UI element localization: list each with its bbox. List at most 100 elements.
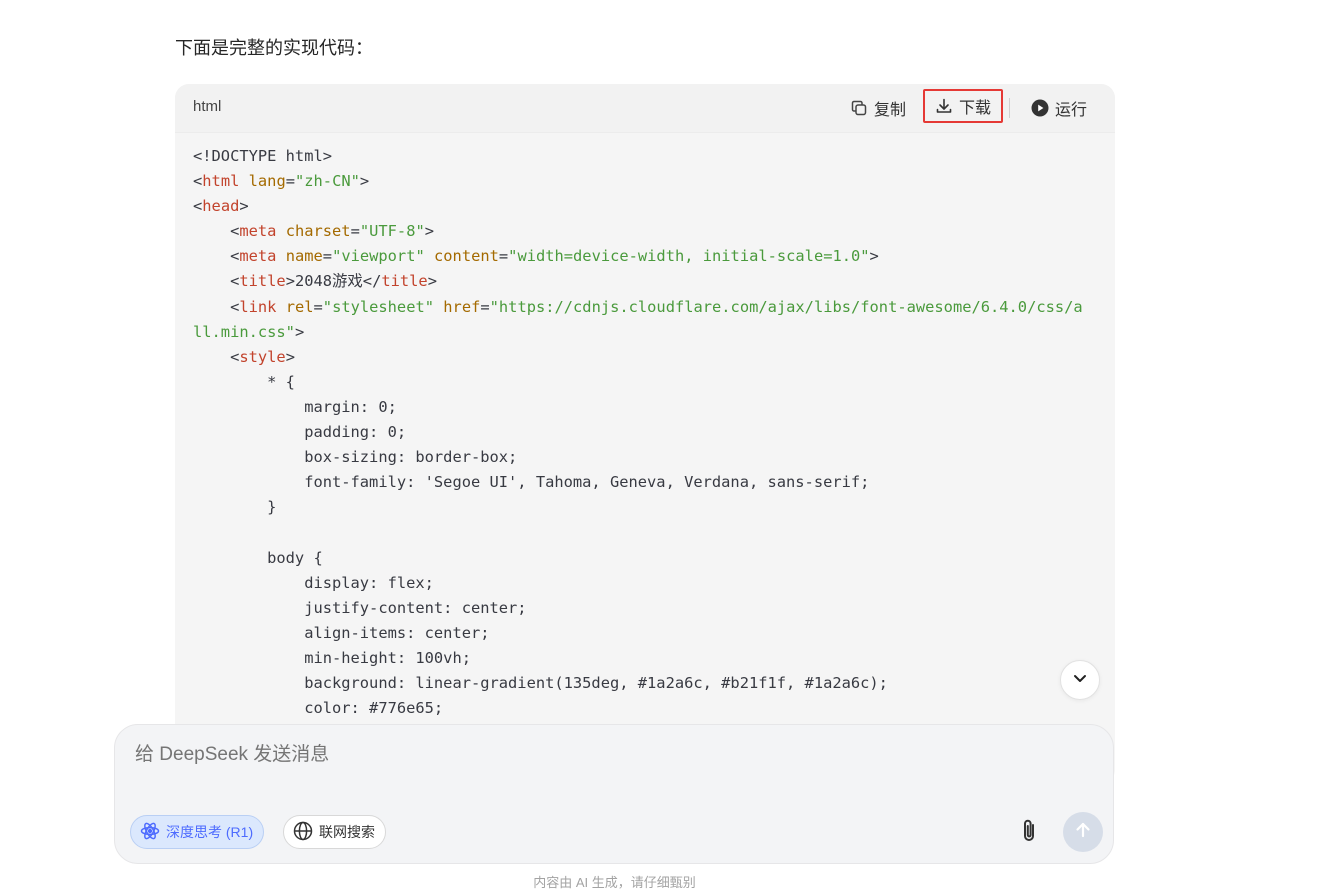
code-token: margin: 0; <box>193 397 397 416</box>
code-token: > <box>427 272 437 291</box>
code-token: > <box>869 247 879 266</box>
play-icon <box>1031 99 1049 117</box>
code-token: < <box>193 297 240 316</box>
code-token: > <box>239 197 249 216</box>
code-line: box-sizing: border-box; <box>193 445 1103 470</box>
code-line: <head> <box>193 194 1103 219</box>
code-line: margin: 0; <box>193 395 1103 420</box>
code-line: color: #776e65; <box>193 696 1103 721</box>
code-token: justify-content: center; <box>193 598 527 617</box>
code-line: font-family: 'Segoe UI', Tahoma, Geneva,… <box>193 470 1103 495</box>
code-token: padding: 0; <box>193 423 407 442</box>
code-line: background: linear-gradient(135deg, #1a2… <box>193 671 1103 696</box>
code-token: "zh-CN" <box>295 172 360 191</box>
code-block: html 复制 下载 运行 <!DOCTYPE html> <html lang… <box>175 84 1115 784</box>
code-token: align-items: center; <box>193 623 490 642</box>
code-token: = <box>285 172 295 191</box>
code-line: align-items: center; <box>193 621 1103 646</box>
code-line: <link rel="stylesheet" href="https://cdn… <box>193 295 1103 320</box>
message-composer: 深度思考 (R1) 联网搜索 <box>114 724 1114 864</box>
code-token: = <box>480 297 490 316</box>
code-line: justify-content: center; <box>193 596 1103 621</box>
code-token: < <box>193 222 240 241</box>
copy-icon <box>850 99 868 117</box>
code-token: charset <box>285 222 351 241</box>
code-token: display: flex; <box>193 573 434 592</box>
code-line: <title>2048游戏</title> <box>193 269 1103 294</box>
code-token: "UTF-8" <box>359 222 425 241</box>
code-token: "viewport" <box>332 247 425 266</box>
code-token: ll.min.css" <box>193 322 295 341</box>
code-token: < <box>193 197 203 216</box>
code-token: body { <box>193 548 323 567</box>
paperclip-icon <box>1018 818 1040 849</box>
code-token: name <box>285 247 323 266</box>
code-token: < <box>193 272 240 291</box>
code-token: min-height: 100vh; <box>193 648 471 667</box>
code-line: <style> <box>193 345 1103 370</box>
code-token: > <box>424 222 435 241</box>
code-token: font-family: 'Segoe UI', Tahoma, Geneva,… <box>193 473 870 492</box>
header-divider <box>1009 98 1010 118</box>
globe-icon <box>293 821 313 844</box>
chevron-down-icon <box>1070 668 1090 693</box>
code-block-header: html 复制 下载 运行 <box>175 84 1115 133</box>
code-line: ll.min.css"> <box>193 320 1103 345</box>
code-token: "width=device-width, initial-scale=1.0" <box>508 247 870 266</box>
copy-button-label: 复制 <box>874 102 907 119</box>
code-token: < <box>193 172 203 191</box>
code-token: <!DOCTYPE html> <box>193 147 332 165</box>
message-intro-text: 下面是完整的实现代码： <box>175 38 373 58</box>
code-token: content <box>434 247 499 266</box>
attach-file-button[interactable] <box>1013 817 1045 849</box>
code-line: display: flex; <box>193 571 1103 596</box>
code-token: * { <box>193 372 295 391</box>
code-token: color: #776e65; <box>193 699 444 718</box>
deep-think-toggle[interactable]: 深度思考 (R1) <box>130 815 265 849</box>
code-token: < <box>193 347 240 366</box>
code-token: title <box>239 272 286 291</box>
atom-icon <box>140 821 160 844</box>
copy-button[interactable]: 复制 <box>850 94 906 122</box>
code-token: style <box>239 347 286 366</box>
code-content: <!DOCTYPE html> <html lang="zh-CN"> <head>… <box>193 144 1103 721</box>
code-token: meta <box>239 247 277 266</box>
code-token: rel <box>285 297 314 316</box>
code-token: = <box>498 247 509 266</box>
code-token: > <box>294 322 305 341</box>
code-token: = <box>313 297 323 316</box>
code-language-label: html <box>193 98 222 115</box>
send-button[interactable] <box>1063 812 1103 852</box>
code-token: "stylesheet" <box>322 297 434 316</box>
code-token: >2048游戏</ <box>285 272 382 291</box>
code-line: min-height: 100vh; <box>193 646 1103 671</box>
code-token: background: linear-gradient(135deg, #1a2… <box>193 673 888 692</box>
code-line: * { <box>193 370 1103 395</box>
code-token: "https://cdnjs.cloudflare.com/ajax/libs/… <box>489 297 1083 316</box>
scroll-down-button[interactable] <box>1060 660 1100 700</box>
message-input[interactable] <box>133 743 997 767</box>
code-token: meta <box>239 222 277 241</box>
deep-think-label: 深度思考 (R1) <box>166 824 254 840</box>
code-line: <meta charset="UTF-8"> <box>193 219 1103 244</box>
download-button-label: 下载 <box>959 100 992 117</box>
code-token: > <box>285 347 295 366</box>
code-token: = <box>322 247 333 266</box>
code-token: box-sizing: border-box; <box>193 448 518 467</box>
code-line: body { <box>193 546 1103 571</box>
code-line: <html lang="zh-CN"> <box>193 169 1103 194</box>
code-token: < <box>193 247 240 266</box>
code-token: lang <box>248 172 286 191</box>
code-token: html <box>202 172 240 191</box>
web-search-toggle[interactable]: 联网搜索 <box>283 815 386 849</box>
code-token: href <box>443 297 481 316</box>
download-button[interactable]: 下载 <box>923 89 1004 123</box>
run-button[interactable]: 运行 <box>1031 94 1087 122</box>
code-token: } <box>193 498 277 517</box>
